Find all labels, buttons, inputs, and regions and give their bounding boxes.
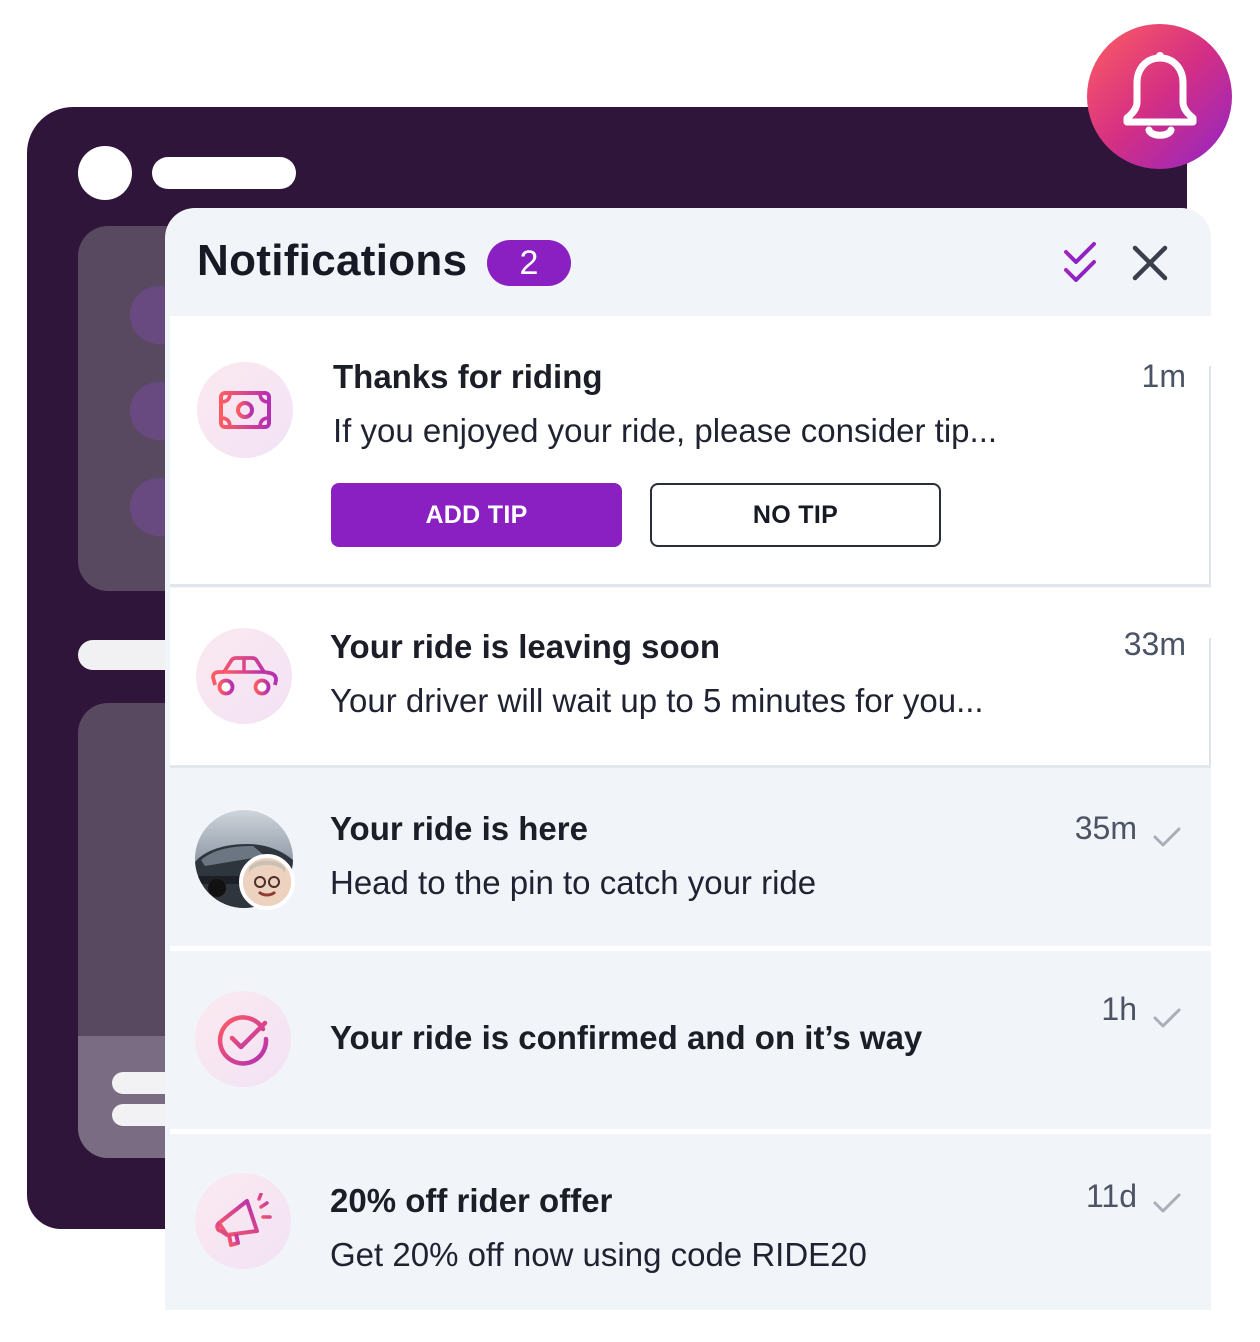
notification-body: Head to the pin to catch your ride — [330, 864, 817, 901]
notification-title: Your ride is here — [330, 810, 588, 847]
notification-title: Thanks for riding — [333, 358, 603, 395]
read-check-icon — [1153, 1008, 1181, 1028]
notification-body: If you enjoyed your ride, please conside… — [333, 412, 998, 449]
notification-icon-circle — [197, 362, 293, 458]
add-tip-button[interactable]: ADD TIP — [331, 483, 622, 547]
close-button[interactable] — [1127, 240, 1173, 286]
notification-title: Your ride is leaving soon — [330, 628, 720, 665]
notification-body: Your driver will wait up to 5 minutes fo… — [330, 682, 984, 719]
megaphone-icon — [215, 1193, 272, 1247]
background-title-placeholder — [152, 157, 296, 189]
notification-body: Get 20% off now using code RIDE20 — [330, 1236, 867, 1273]
check-circle-icon — [217, 1015, 269, 1066]
double-check-icon — [1064, 242, 1096, 282]
notification-time: 1m — [1141, 358, 1186, 394]
notification-time: 35m — [1074, 810, 1137, 846]
notifications-panel: Notifications 2 Thanks for riding If you… — [165, 208, 1211, 1310]
notification-item[interactable]: 20% off rider offer Get 20% off now usin… — [165, 1134, 1211, 1310]
background-avatar-placeholder — [78, 146, 132, 200]
notification-icon-circle — [195, 1173, 291, 1269]
driver-avatar — [239, 854, 295, 910]
mark-all-read-button[interactable] — [1058, 240, 1104, 286]
car-icon — [211, 656, 278, 696]
divider — [170, 584, 1211, 587]
panel-header: Notifications 2 — [165, 208, 1211, 316]
notification-title: Your ride is confirmed and on it’s way — [330, 1019, 923, 1056]
driver-face-icon — [243, 858, 291, 906]
read-check-icon — [1153, 827, 1181, 847]
close-icon — [1132, 245, 1168, 281]
notification-item[interactable]: Your ride is here Head to the pin to cat… — [165, 768, 1211, 944]
notification-item[interactable]: Your ride is leaving soon Your driver wi… — [170, 588, 1211, 766]
notification-time: 1h — [1101, 991, 1137, 1027]
notification-item[interactable]: Thanks for riding If you enjoyed your ri… — [170, 316, 1211, 586]
unread-count-badge: 2 — [487, 240, 571, 286]
bell-icon — [1123, 51, 1196, 139]
read-check-icon — [1153, 1193, 1181, 1213]
notification-icon-circle — [195, 991, 291, 1087]
notification-title: 20% off rider offer — [330, 1182, 613, 1219]
notification-time: 11d — [1085, 1178, 1137, 1214]
notification-icon-circle — [196, 628, 292, 724]
notification-bell-button[interactable] — [1087, 24, 1232, 169]
money-icon — [219, 391, 271, 429]
notification-item[interactable]: Your ride is confirmed and on it’s way 1… — [165, 951, 1211, 1129]
notification-time: 33m — [1123, 626, 1186, 662]
panel-title: Notifications — [197, 236, 468, 285]
no-tip-button[interactable]: NO TIP — [650, 483, 941, 547]
